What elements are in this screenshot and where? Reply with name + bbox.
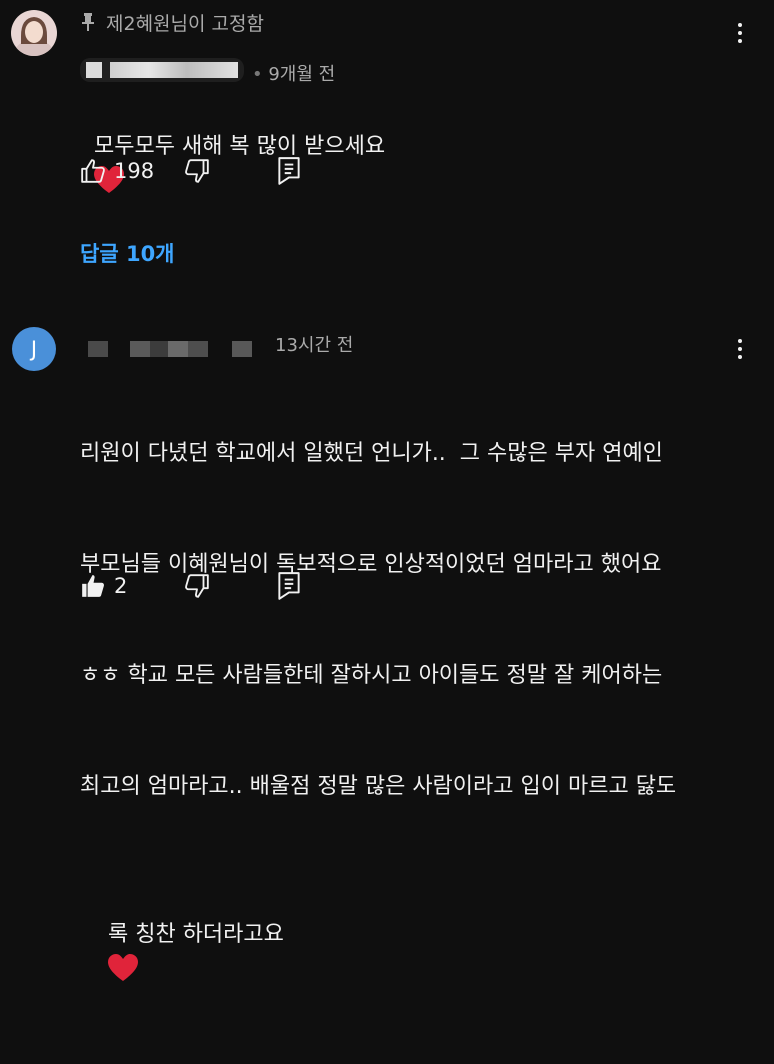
comment-time[interactable]: • 9개월 전	[252, 60, 335, 86]
comment-line: 부모님들 이혜원님이 독보적으로 인상적이었던 엄마라고 했어요	[80, 552, 662, 577]
more-vert-icon	[738, 23, 742, 27]
avatar-photo	[11, 10, 57, 56]
more-options-button[interactable]	[725, 334, 755, 364]
thumb-up-icon[interactable]	[80, 158, 106, 184]
author-name-redacted[interactable]	[88, 341, 258, 359]
thumb-up-icon[interactable]	[80, 573, 106, 599]
avatar[interactable]: J	[12, 327, 56, 371]
time-label: 9개월 전	[268, 64, 336, 85]
more-vert-icon	[738, 339, 742, 343]
reply-button[interactable]	[276, 571, 302, 605]
pinned-label: 제2혜원님이 고정함	[106, 12, 264, 35]
more-options-button[interactable]	[725, 18, 755, 48]
like-count: 198	[114, 159, 155, 183]
comment-line: 최고의 엄마라고.. 배울점 정말 많은 사람이라고 입이 마르고 닳도	[80, 774, 677, 799]
thumb-down-icon	[185, 574, 209, 598]
reply-icon	[278, 157, 300, 185]
pinned-indicator: 제2혜원님이 고정함	[80, 9, 264, 35]
time-label: 13시간 전	[275, 335, 354, 356]
comment-line: 리원이 다녔던 학교에서 일했던 언니가.. 그 수많은 부자 연예인	[80, 441, 663, 466]
like-count: 2	[114, 574, 128, 598]
view-replies-button[interactable]: 답글 10개	[80, 238, 175, 268]
dislike-button[interactable]	[184, 158, 210, 188]
comment-time[interactable]: 13시간 전	[275, 331, 353, 357]
dislike-button[interactable]	[184, 573, 210, 603]
comment-text: 리원이 다녔던 학교에서 일했던 언니가.. 그 수많은 부자 연예인 부모님들…	[80, 361, 676, 1064]
comment-line-text: 록 칭찬 하더라고요	[107, 922, 284, 947]
comment-body: 모두모두 새해 복 많이 받으세요	[94, 134, 386, 159]
replies-label: 답글 10개	[80, 242, 175, 266]
avatar-letter: J	[30, 337, 38, 361]
comment-line: ㅎㅎ 학교 모든 사람들한테 잘하시고 아이들도 정말 잘 케어하는	[80, 663, 663, 688]
heart-emoji	[107, 954, 138, 981]
like-action: 2	[80, 573, 127, 599]
like-action: 198	[80, 158, 154, 184]
reply-icon	[278, 572, 300, 600]
thumb-down-icon	[185, 159, 209, 183]
comment-text: 모두모두 새해 복 많이 받으세요	[80, 91, 385, 202]
avatar[interactable]	[11, 10, 57, 56]
author-name-redacted[interactable]	[80, 58, 244, 82]
reply-button[interactable]	[276, 156, 302, 190]
pin-icon	[82, 13, 94, 31]
comment-line: 록 칭찬 하더라고요	[80, 879, 676, 1027]
